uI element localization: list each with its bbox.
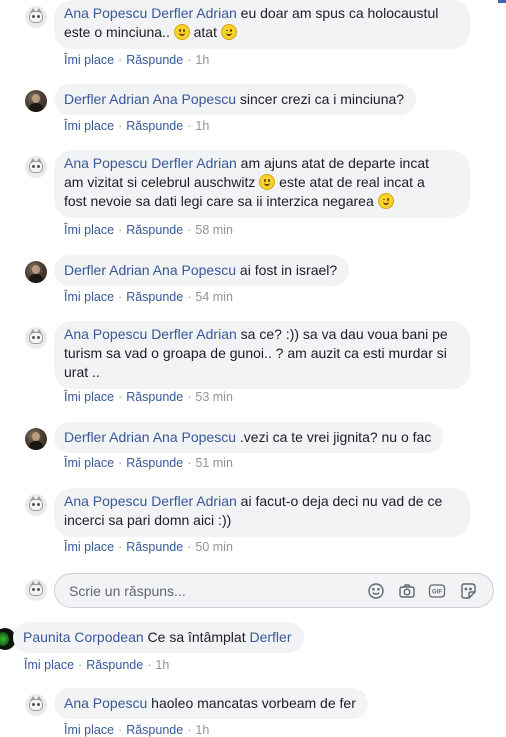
reply-link[interactable]: Răspunde [126,119,183,133]
author-name[interactable]: Paunita Corpodean [23,629,144,645]
mention-tag[interactable]: Derfler Adrian [151,155,237,171]
like-link[interactable]: Îmi place [64,290,114,304]
comment-text: este o minciuna.. [64,24,174,40]
reply-link[interactable]: Răspunde [126,390,183,404]
top-accent-bar [498,0,506,3]
reply-link[interactable]: Răspunde [126,456,183,470]
author-name[interactable]: Derfler Adrian [64,262,150,278]
mention-tag[interactable]: Derfler [249,629,291,645]
author-name[interactable]: Ana Popescu [64,155,147,171]
svg-text:GIF: GIF [432,589,442,595]
mention-tag[interactable]: Derfler Adrian [151,5,237,21]
like-link[interactable]: Îmi place [64,223,114,237]
comment-text: atat [189,24,221,40]
comment-text: turism sa vad o groapa de gunoi.. ? am a… [64,345,447,361]
comment-text: am ajuns atat de departe incat [236,155,430,171]
comment-bubble: Derfler Adrian Ana Popescu sincer crezi … [54,84,417,115]
reply-link[interactable]: Răspunde [86,658,143,672]
avatar[interactable] [25,694,47,716]
comment-text: Ce sa întâmplat [143,629,250,645]
avatar[interactable] [25,261,47,283]
author-name[interactable]: Ana Popescu [64,493,147,509]
comment-bubble: Derfler Adrian Ana Popescu ai fost in is… [54,255,350,286]
comment-text: este atat de real incat a [275,174,425,190]
comment-text: ai fost in israel? [236,262,338,278]
comment-text: .vezi ca te vrei jignita? nu o fac [236,429,432,445]
comment-bubble: Ana Popescu Derfler Adrian sa ce? :)) sa… [54,321,470,389]
timestamp[interactable]: 54 min [195,290,233,304]
avatar[interactable] [25,90,47,112]
like-link[interactable]: Îmi place [24,658,74,672]
comment-actions: Îmi place · Răspunde · 58 min [64,223,233,237]
reply-input[interactable] [67,580,351,602]
wink-emoji-icon [220,24,237,40]
timestamp[interactable]: 1h [155,658,169,672]
like-link[interactable]: Îmi place [64,53,114,67]
camera-icon[interactable] [398,582,416,600]
comment-bubble: Derfler Adrian Ana Popescu .vezi ca te v… [54,422,444,453]
comment-text: sa ce? :)) sa va dau voua bani pe [236,326,448,342]
reply-composer[interactable]: GIF [54,573,494,608]
timestamp[interactable]: 53 min [195,390,233,404]
comment-bubble: Ana Popescu haoleo mancatas vorbeam de f… [54,688,368,719]
sticker-icon[interactable] [459,582,477,600]
author-name[interactable]: Ana Popescu [64,695,147,711]
comment-actions: Îmi place · Răspunde · 1h [24,658,170,672]
comment-text: incerci sa pari domn aici :)) [64,512,232,528]
comment-actions: Îmi place · Răspunde · 54 min [64,290,233,304]
comment-bubble: Ana Popescu Derfler Adrian am ajuns atat… [54,150,470,218]
like-link[interactable]: Îmi place [64,540,114,554]
mention-tag[interactable]: Ana Popescu [153,262,236,278]
mention-tag[interactable]: Ana Popescu [153,91,236,107]
avatar[interactable] [25,327,47,349]
avatar[interactable] [25,494,47,516]
mention-tag[interactable]: Derfler Adrian [151,326,237,342]
comment-actions: Îmi place · Răspunde · 53 min [64,390,233,404]
comment-text: am vizitat si celebrul auschwitz [64,174,260,190]
comment-actions: Îmi place · Răspunde · 1h [64,53,210,67]
comment-bubble: Ana Popescu Derfler Adrian eu doar am sp… [54,0,470,49]
comment-text: fost nevoie sa dati legi care sa ii inte… [64,193,378,209]
composer-avatar [25,579,47,601]
comment-text: sincer crezi ca i minciuna? [236,91,405,107]
comment-bubble: Ana Popescu Derfler Adrian ai facut-o de… [54,488,470,537]
author-name[interactable]: Derfler Adrian [64,429,150,445]
timestamp[interactable]: 51 min [195,456,233,470]
author-name[interactable]: Ana Popescu [64,5,147,21]
smile-emoji-icon [173,24,190,40]
timestamp[interactable]: 58 min [195,223,233,237]
mention-tag[interactable]: Derfler Adrian [151,493,237,509]
comment-bubble: Paunita Corpodean Ce sa întâmplat Derfle… [13,622,304,653]
avatar[interactable] [25,428,47,450]
mention-tag[interactable]: Ana Popescu [153,429,236,445]
timestamp[interactable]: 50 min [195,540,233,554]
author-name[interactable]: Ana Popescu [64,326,147,342]
author-name[interactable]: Derfler Adrian [64,91,150,107]
like-link[interactable]: Îmi place [64,456,114,470]
reply-link[interactable]: Răspunde [126,53,183,67]
gif-icon[interactable]: GIF [428,582,446,600]
like-link[interactable]: Îmi place [64,390,114,404]
wink-emoji-icon [377,193,394,209]
timestamp[interactable]: 1h [195,119,209,133]
comment-text: ai facut-o deja deci nu vad de ce [236,493,443,509]
comment-text: eu doar am spus ca holocaustul [236,5,439,21]
timestamp[interactable]: 1h [195,53,209,67]
comment-actions: Îmi place · Răspunde · 1h [64,119,210,133]
comment-actions: Îmi place · Răspunde · 50 min [64,540,233,554]
smile-emoji-icon [259,174,276,190]
reply-link[interactable]: Răspunde [126,290,183,304]
comment-text: haoleo mancatas vorbeam de fer [147,695,356,711]
emoji-icon[interactable] [367,582,385,600]
comment-actions: Îmi place · Răspunde · 51 min [64,456,233,470]
like-link[interactable]: Îmi place [64,119,114,133]
avatar[interactable] [25,6,47,28]
reply-link[interactable]: Răspunde [126,540,183,554]
comment-text: urat .. [64,364,100,380]
avatar[interactable] [25,156,47,178]
reply-link[interactable]: Răspunde [126,223,183,237]
